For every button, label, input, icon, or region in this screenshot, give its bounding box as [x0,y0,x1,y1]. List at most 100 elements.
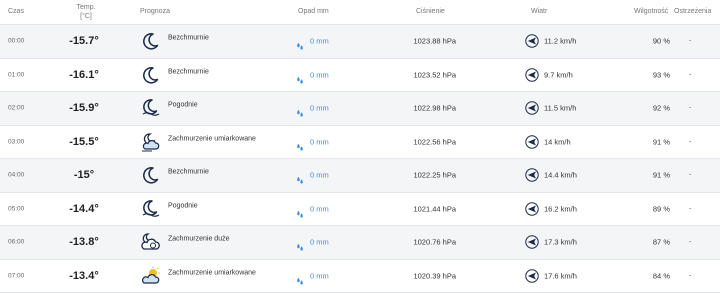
header-wind: Wiatr [531,8,547,15]
row-pressure: 1022.25 hPa [400,171,456,180]
wind-direction-icon [525,235,539,249]
raindrop-icon [296,272,304,280]
row-forecast-description: Zachmurzenie duże [168,236,229,243]
raindrop-icon [296,104,304,112]
table-row[interactable]: 00:00 -15.7° Bezchmurnie 0 mm 1023.88 hPa 11.… [0,25,720,59]
row-pressure: 1022.98 hPa [400,104,456,113]
row-forecast-description: Bezchmurnie [168,68,209,75]
wind-direction-icon [525,135,539,149]
row-warning: - [689,205,691,212]
row-forecast-description: Bezchmurnie [168,169,209,176]
row-forecast-description: Pogodnie [168,102,198,109]
cloudy-night-icon [141,232,161,252]
row-warning: - [689,71,691,78]
row-warning: - [689,172,691,179]
moon-icon [141,165,161,185]
table-row[interactable]: 07:00-13.4°Zachmurzenie umiarkowane0 mm1… [0,260,720,293]
row-time: 02:00 [8,105,24,112]
row-wind-speed: 9.7 km/h [544,70,573,79]
table-row[interactable]: 01:00 -16.1° Bezchmurnie 0 mm 1023.52 hPa 9.7… [0,59,720,93]
row-temperature: -13.8° [60,236,108,248]
table-row[interactable]: 06:00 -13.8° Zachmurzenie duże 0 mm 1020.76 … [0,226,720,260]
header-forecast: Prognoza [140,8,170,15]
wind-direction-icon [525,269,539,283]
row-forecast-description: Zachmurzenie umiarkowane [168,135,256,142]
row-temperature: -16.1° [60,69,108,81]
row-humidity: 91 % [630,171,670,180]
wind-direction-icon [525,101,539,115]
header-humidity: Wilgotność [634,8,668,15]
row-precipitation: 0 mm [310,204,329,213]
table-row[interactable]: 02:00 -15.9° Pogodnie 0 mm 1022.98 hPa 11.5 k… [0,92,720,126]
row-pressure: 1021.44 hPa [400,204,456,213]
table-header: Czas Temp. [°C] Prognoza Opad mm Ciśnien… [0,0,720,25]
header-pressure: Ciśnienie [416,8,445,15]
row-wind-speed: 17.3 km/h [544,238,577,247]
row-humidity: 84 % [630,271,670,280]
moon-icon [141,31,161,51]
header-time: Czas [8,8,24,15]
row-time: 06:00 [8,239,24,246]
raindrop-icon [296,238,304,246]
partly-cloudy-night-icon [141,132,161,152]
row-wind-speed: 17.6 km/h [544,271,577,280]
row-time: 07:00 [8,272,24,279]
raindrop-icon [296,171,304,179]
moon-fog-icon [141,98,161,118]
table-row[interactable]: 03:00-15.5°Zachmurzenie umiarkowane0 mm1… [0,126,720,160]
header-temperature: Temp. [°C] [66,3,106,21]
row-pressure: 1023.52 hPa [400,70,456,79]
row-temperature: -15.9° [60,102,108,114]
raindrop-icon [296,37,304,45]
row-temperature: -14.4° [60,203,108,215]
row-time: 04:00 [8,172,24,179]
row-pressure: 1022.56 hPa [400,137,456,146]
row-precipitation: 0 mm [310,70,329,79]
row-wind-speed: 14.4 km/h [544,171,577,180]
row-time: 05:00 [8,205,24,212]
row-wind-speed: 11.5 km/h [544,104,576,113]
table-row[interactable]: 04:00 -15° Bezchmurnie 0 mm 1022.25 hPa 14.4 … [0,159,720,193]
row-forecast-description: Zachmurzenie umiarkowane [168,269,256,276]
row-wind-speed: 16.2 km/h [544,204,577,213]
moon-fog-icon [141,199,161,219]
hourly-forecast-table: Czas Temp. [°C] Prognoza Opad mm Ciśnien… [0,0,720,293]
row-wind-speed: 11.2 km/h [544,37,576,46]
row-humidity: 91 % [630,137,670,146]
row-pressure: 1020.39 hPa [400,271,456,280]
row-temperature: -15.5° [60,136,108,148]
row-temperature: -15.7° [60,35,108,47]
row-warning: - [689,239,691,246]
header-warnings: Ostrzeżenia [674,8,711,15]
row-warning: - [689,138,691,145]
raindrop-icon [296,138,304,146]
row-temperature: -15° [60,169,108,181]
row-precipitation: 0 mm [310,171,329,180]
header-precipitation: Opad mm [298,8,329,15]
wind-direction-icon [525,202,539,216]
row-pressure: 1020.76 hPa [400,238,456,247]
row-precipitation: 0 mm [310,137,329,146]
row-warning: - [689,38,691,45]
row-humidity: 89 % [630,204,670,213]
partly-cloudy-day-icon [141,266,161,286]
row-temperature: -13.4° [60,270,108,282]
row-precipitation: 0 mm [310,238,329,247]
row-humidity: 87 % [630,238,670,247]
row-humidity: 93 % [630,70,670,79]
moon-icon [141,65,161,85]
row-precipitation: 0 mm [310,37,329,46]
wind-direction-icon [525,168,539,182]
row-time: 01:00 [8,71,24,78]
row-wind-speed: 14 km/h [544,137,571,146]
row-forecast-description: Pogodnie [168,202,198,209]
row-precipitation: 0 mm [310,104,329,113]
row-pressure: 1023.88 hPa [400,37,456,46]
table-row[interactable]: 05:00 -14.4° Pogodnie 0 mm 1021.44 hPa 16.2 k… [0,193,720,227]
row-time: 00:00 [8,38,24,45]
wind-direction-icon [525,34,539,48]
row-humidity: 92 % [630,104,670,113]
row-warning: - [689,272,691,279]
raindrop-icon [296,71,304,79]
row-forecast-description: Bezchmurnie [168,35,209,42]
